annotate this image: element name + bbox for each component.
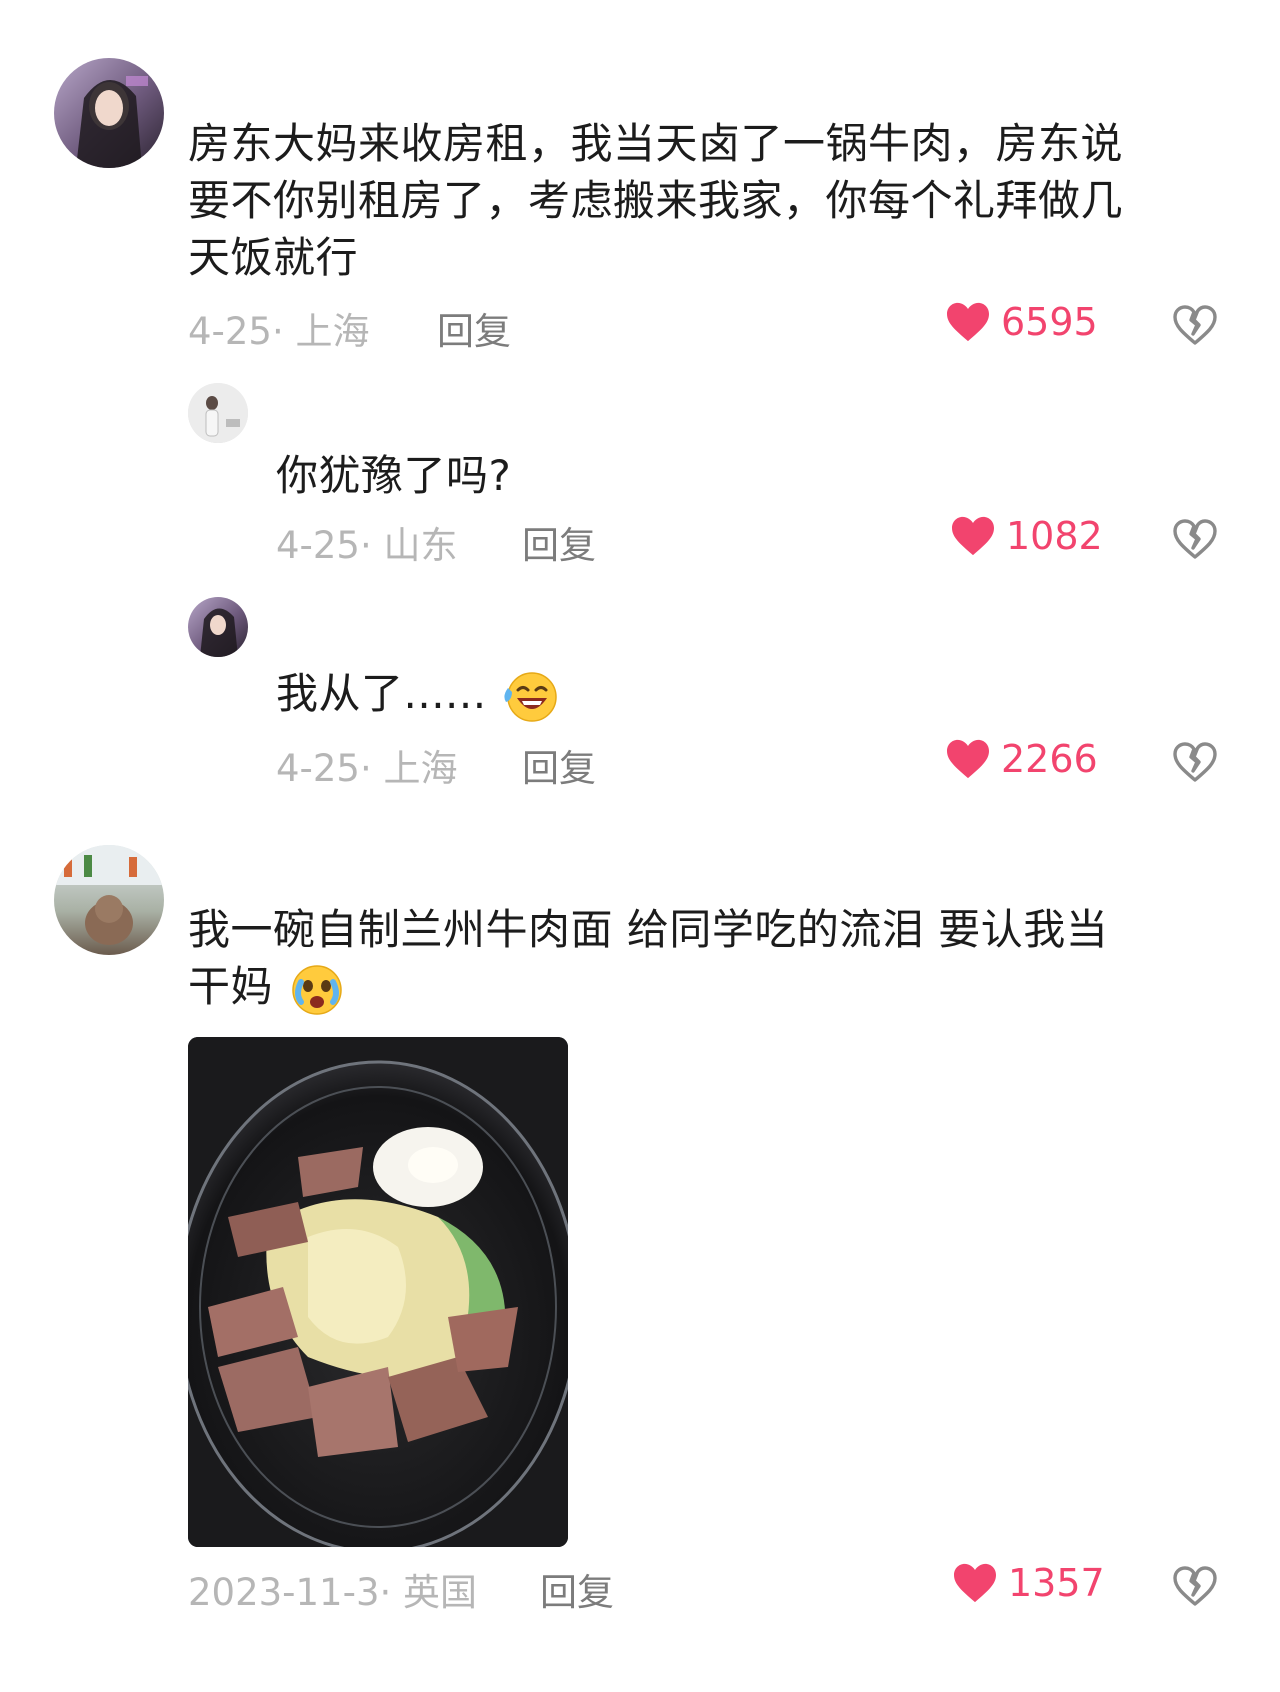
like-count: 2266 [1001, 737, 1098, 781]
avatar-portrait-icon [200, 608, 238, 657]
broken-heart-icon[interactable] [1171, 302, 1219, 350]
heart-icon [954, 1563, 996, 1603]
comment-date-location: 4-25· 山东 [276, 524, 458, 567]
laughing-tears-emoji [504, 671, 558, 722]
reply-button[interactable]: 回复 [437, 301, 511, 355]
reply-button[interactable]: 回复 [522, 738, 596, 792]
avatar-dog-icon [54, 845, 164, 945]
like-count: 6595 [1001, 300, 1098, 344]
avatar[interactable] [188, 383, 248, 443]
heart-icon [947, 302, 989, 342]
avatar[interactable] [54, 58, 164, 168]
crying-emoji [292, 964, 342, 1015]
food-photo[interactable] [188, 1037, 568, 1547]
like-button[interactable]: 6595 [945, 300, 1098, 344]
comment-date-location: 4-25· 上海 [276, 747, 458, 790]
comment-text: 我从了...... [276, 665, 560, 726]
avatar-portrait-icon [188, 383, 248, 443]
comment-text: 你犹豫了吗? [276, 451, 512, 500]
comment-date-location: 4-25· 上海 [188, 310, 370, 353]
broken-heart-icon[interactable] [1171, 1563, 1219, 1611]
comment-date-location: 2023-11-3· 英国 [188, 1571, 478, 1614]
like-count: 1082 [1006, 514, 1103, 558]
like-button[interactable]: 1357 [952, 1561, 1105, 1605]
like-button[interactable]: 1082 [950, 514, 1103, 558]
beef-noodle-image [188, 1037, 568, 1547]
comment-text: 房东大妈来收房租，我当天卤了一锅牛肉，房东说 要不你别租房了，考虑搬来我家，你每… [188, 119, 1124, 282]
heart-icon [947, 739, 989, 779]
like-button[interactable]: 2266 [945, 737, 1098, 781]
avatar-portrait-icon [76, 76, 148, 168]
heart-icon [952, 516, 994, 556]
avatar[interactable] [54, 845, 164, 955]
reply-button[interactable]: 回复 [540, 1562, 614, 1616]
like-count: 1357 [1008, 1561, 1105, 1605]
reply-button[interactable]: 回复 [522, 515, 596, 569]
comment-text: 我一碗自制兰州牛肉面 给同学吃的流泪 要认我当 干妈 [188, 901, 1228, 1018]
broken-heart-icon[interactable] [1171, 516, 1219, 564]
broken-heart-icon[interactable] [1171, 739, 1219, 787]
avatar[interactable] [188, 597, 248, 657]
